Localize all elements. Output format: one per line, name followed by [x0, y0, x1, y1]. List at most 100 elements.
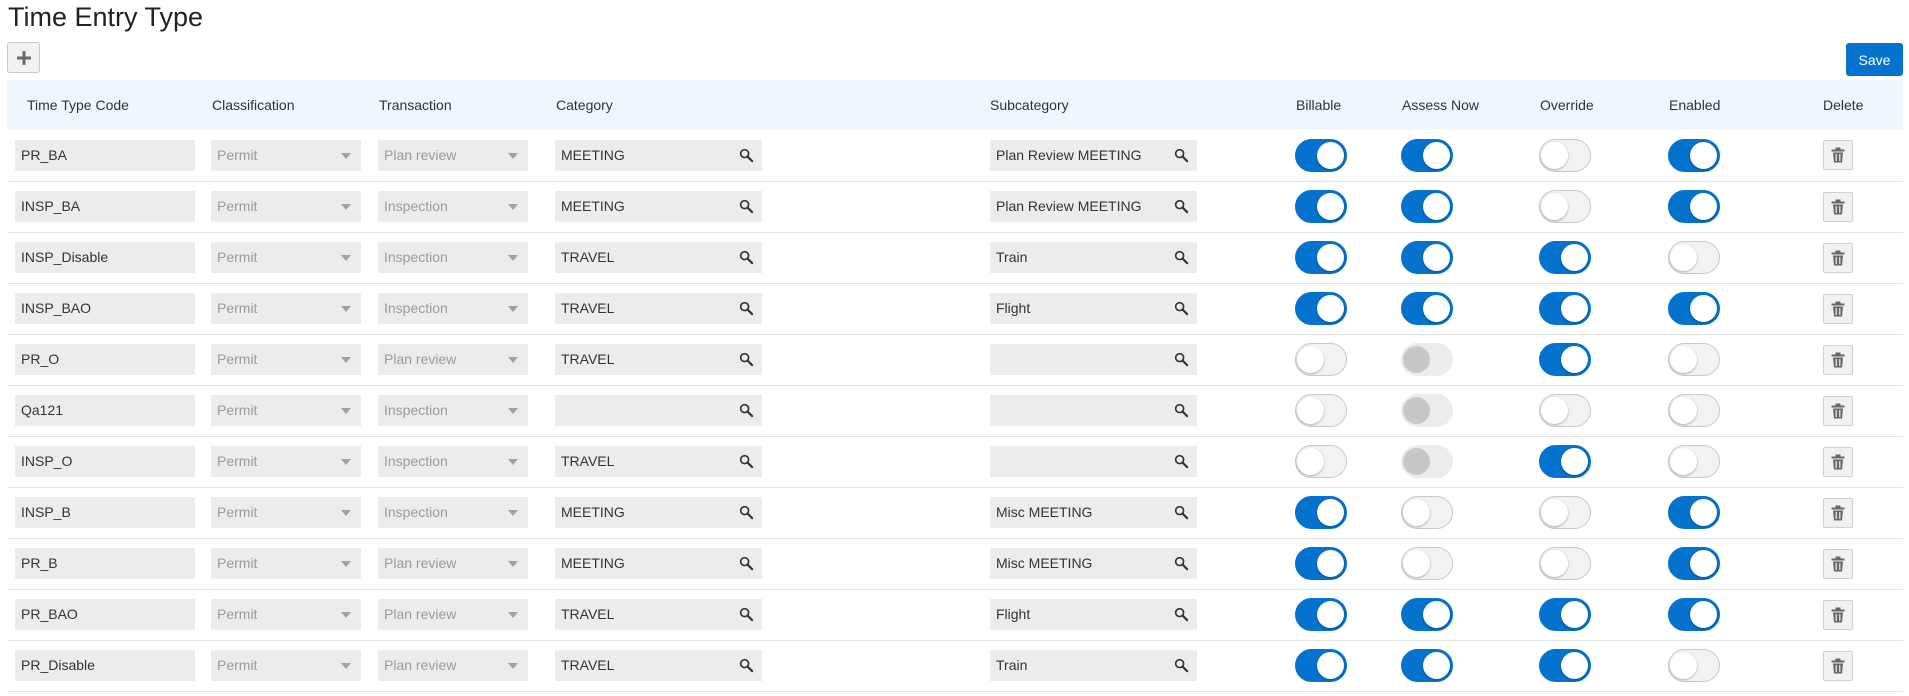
- transaction-select[interactable]: Inspection: [378, 293, 528, 324]
- subcategory-lookup[interactable]: Misc MEETING: [990, 548, 1197, 579]
- transaction-select[interactable]: Plan review: [378, 650, 528, 681]
- time-type-code-input[interactable]: PR_Disable: [15, 650, 195, 681]
- category-lookup[interactable]: TRAVEL: [555, 599, 762, 630]
- classification-select[interactable]: Permit: [211, 344, 361, 375]
- classification-select[interactable]: Permit: [211, 650, 361, 681]
- classification-select[interactable]: Permit: [211, 293, 361, 324]
- delete-row-button[interactable]: [1823, 650, 1853, 681]
- delete-row-button[interactable]: [1823, 293, 1853, 324]
- transaction-select[interactable]: Inspection: [378, 497, 528, 528]
- category-lookup[interactable]: TRAVEL: [555, 293, 762, 324]
- override-toggle[interactable]: [1539, 496, 1591, 529]
- category-lookup[interactable]: MEETING: [555, 548, 762, 579]
- override-toggle[interactable]: [1539, 190, 1591, 223]
- category-lookup[interactable]: TRAVEL: [555, 242, 762, 273]
- billable-toggle[interactable]: [1295, 547, 1347, 580]
- enabled-toggle[interactable]: [1668, 138, 1720, 172]
- search-icon[interactable]: [1174, 301, 1189, 316]
- override-toggle[interactable]: [1539, 292, 1591, 325]
- assess-now-toggle[interactable]: [1401, 394, 1453, 427]
- override-toggle[interactable]: [1539, 241, 1591, 274]
- save-button[interactable]: Save: [1846, 43, 1903, 76]
- enabled-toggle[interactable]: [1668, 394, 1720, 427]
- category-lookup[interactable]: MEETING: [555, 497, 762, 528]
- billable-toggle[interactable]: [1295, 649, 1347, 682]
- search-icon[interactable]: [739, 607, 754, 622]
- assess-now-toggle[interactable]: [1401, 138, 1453, 172]
- override-toggle[interactable]: [1539, 343, 1591, 376]
- billable-toggle[interactable]: [1295, 598, 1347, 631]
- assess-now-toggle[interactable]: [1401, 547, 1453, 580]
- assess-now-toggle[interactable]: [1401, 241, 1453, 274]
- delete-row-button[interactable]: [1823, 446, 1853, 477]
- enabled-toggle[interactable]: [1668, 649, 1720, 682]
- time-type-code-input[interactable]: INSP_B: [15, 497, 195, 528]
- search-icon[interactable]: [739, 505, 754, 520]
- assess-now-toggle[interactable]: [1401, 292, 1453, 325]
- search-icon[interactable]: [1174, 607, 1189, 622]
- classification-select[interactable]: Permit: [211, 497, 361, 528]
- subcategory-lookup[interactable]: [990, 446, 1197, 477]
- override-toggle[interactable]: [1539, 445, 1591, 478]
- delete-row-button[interactable]: [1823, 344, 1853, 375]
- search-icon[interactable]: [739, 658, 754, 673]
- search-icon[interactable]: [739, 454, 754, 469]
- time-type-code-input[interactable]: INSP_BAO: [15, 293, 195, 324]
- category-lookup[interactable]: MEETING: [555, 139, 762, 171]
- search-icon[interactable]: [739, 556, 754, 571]
- search-icon[interactable]: [739, 148, 754, 163]
- transaction-select[interactable]: Inspection: [378, 242, 528, 273]
- delete-row-button[interactable]: [1823, 140, 1853, 171]
- enabled-toggle[interactable]: [1668, 241, 1720, 274]
- billable-toggle[interactable]: [1295, 138, 1347, 172]
- enabled-toggle[interactable]: [1668, 292, 1720, 325]
- assess-now-toggle[interactable]: [1401, 445, 1453, 478]
- override-toggle[interactable]: [1539, 138, 1591, 172]
- subcategory-lookup[interactable]: Misc MEETING: [990, 497, 1197, 528]
- transaction-select[interactable]: Plan review: [378, 548, 528, 579]
- time-type-code-input[interactable]: PR_B: [15, 548, 195, 579]
- transaction-select[interactable]: Plan review: [378, 139, 528, 171]
- subcategory-lookup[interactable]: Plan Review MEETING: [990, 139, 1197, 171]
- enabled-toggle[interactable]: [1668, 547, 1720, 580]
- time-type-code-input[interactable]: INSP_Disable: [15, 242, 195, 273]
- billable-toggle[interactable]: [1295, 190, 1347, 223]
- search-icon[interactable]: [739, 250, 754, 265]
- enabled-toggle[interactable]: [1668, 496, 1720, 529]
- subcategory-lookup[interactable]: Plan Review MEETING: [990, 191, 1197, 222]
- search-icon[interactable]: [1174, 250, 1189, 265]
- override-toggle[interactable]: [1539, 394, 1591, 427]
- time-type-code-input[interactable]: INSP_O: [15, 446, 195, 477]
- search-icon[interactable]: [1174, 658, 1189, 673]
- search-icon[interactable]: [739, 301, 754, 316]
- search-icon[interactable]: [1174, 556, 1189, 571]
- delete-row-button[interactable]: [1823, 395, 1853, 426]
- search-icon[interactable]: [1174, 148, 1189, 163]
- delete-row-button[interactable]: [1823, 242, 1853, 273]
- billable-toggle[interactable]: [1295, 241, 1347, 274]
- subcategory-lookup[interactable]: Flight: [990, 293, 1197, 324]
- assess-now-toggle[interactable]: [1401, 496, 1453, 529]
- classification-select[interactable]: Permit: [211, 599, 361, 630]
- classification-select[interactable]: Permit: [211, 191, 361, 222]
- classification-select[interactable]: Permit: [211, 242, 361, 273]
- billable-toggle[interactable]: [1295, 445, 1347, 478]
- billable-toggle[interactable]: [1295, 496, 1347, 529]
- classification-select[interactable]: Permit: [211, 446, 361, 477]
- category-lookup[interactable]: MEETING: [555, 191, 762, 222]
- category-lookup[interactable]: [555, 395, 762, 426]
- classification-select[interactable]: Permit: [211, 548, 361, 579]
- delete-row-button[interactable]: [1823, 548, 1853, 579]
- search-icon[interactable]: [739, 199, 754, 214]
- enabled-toggle[interactable]: [1668, 445, 1720, 478]
- category-lookup[interactable]: TRAVEL: [555, 344, 762, 375]
- subcategory-lookup[interactable]: Flight: [990, 599, 1197, 630]
- search-icon[interactable]: [1174, 352, 1189, 367]
- category-lookup[interactable]: TRAVEL: [555, 650, 762, 681]
- subcategory-lookup[interactable]: [990, 344, 1197, 375]
- search-icon[interactable]: [1174, 403, 1189, 418]
- transaction-select[interactable]: Inspection: [378, 395, 528, 426]
- time-type-code-input[interactable]: INSP_BA: [15, 191, 195, 222]
- time-type-code-input[interactable]: PR_O: [15, 344, 195, 375]
- assess-now-toggle[interactable]: [1401, 598, 1453, 631]
